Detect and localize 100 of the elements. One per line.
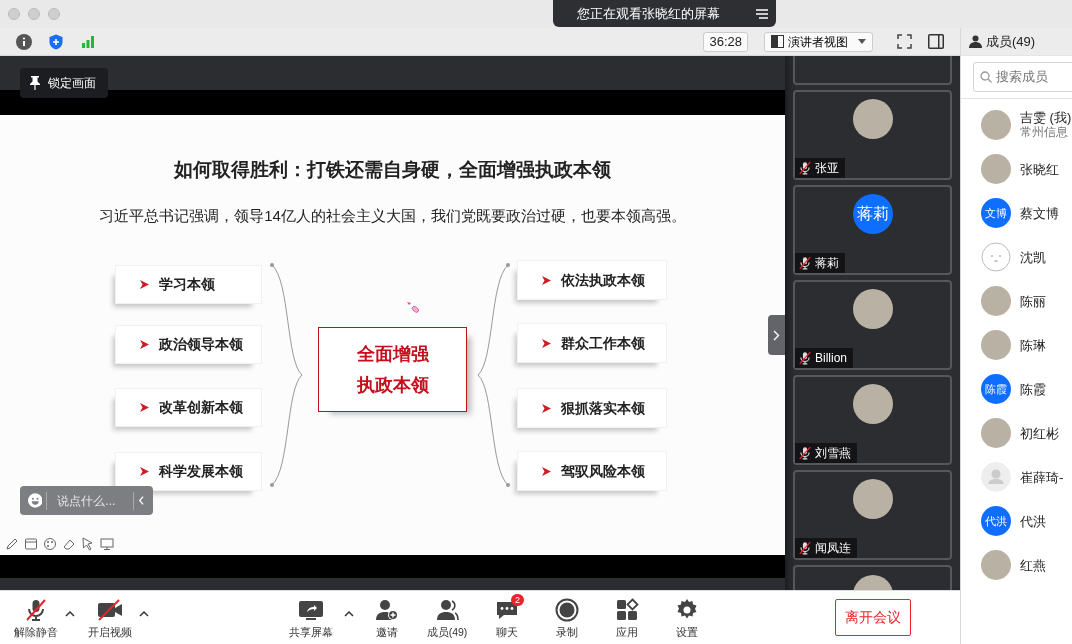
banner-text: 您正在观看张晓红的屏幕: [577, 4, 720, 23]
cursor-icon[interactable]: [81, 537, 95, 551]
bullet-icon: [542, 466, 551, 476]
face-outline-avatar: [981, 242, 1011, 272]
node-label: 依法执政本领: [561, 270, 645, 290]
bullet-icon: [140, 340, 149, 349]
chevron-left-icon[interactable]: [138, 495, 145, 506]
record-icon: [555, 598, 579, 623]
node-label: 科学发展本领: [159, 462, 243, 481]
menu-icon[interactable]: [756, 8, 768, 19]
member-name: 蔡文博: [1020, 205, 1059, 221]
member-name: 初红彬: [1020, 425, 1059, 441]
avatar-photo-placeholder: [981, 330, 1011, 360]
palette-icon[interactable]: [43, 537, 57, 551]
layout-icon: [771, 35, 784, 48]
chat-input-field[interactable]: 说点什么...: [51, 491, 130, 510]
view-dropdown[interactable]: 演讲者视图: [764, 31, 873, 52]
toolbar-button[interactable]: 录制: [539, 594, 595, 641]
node-label: 群众工作本领: [561, 333, 645, 353]
member-name: 代洪: [1020, 513, 1046, 529]
chat-input-bar[interactable]: 说点什么...: [20, 486, 153, 515]
toolbar-button[interactable]: 应用: [599, 594, 655, 641]
person-icon: [969, 35, 982, 48]
participant-name: 刘雪燕: [815, 445, 851, 462]
bullet-icon: [140, 280, 149, 289]
toolbar-button[interactable]: 邀请: [359, 594, 415, 641]
bullet-icon: [542, 338, 551, 348]
slide-subtitle: 习近平总书记强调，领导14亿人的社会主义大国，我们党既要政治过硬，也要本领高强。: [98, 206, 687, 226]
participant-name: Billion: [815, 350, 847, 367]
participant-name: 蒋莉: [815, 255, 839, 272]
default-avatar: [981, 462, 1011, 492]
apps-icon: [615, 598, 639, 623]
member-name: 崔薛琦-: [1020, 469, 1064, 485]
avatar-photo-placeholder: [852, 479, 893, 519]
central-node-label: 全面增强: [356, 342, 429, 366]
lock-screen-button[interactable]: 锁定画面: [20, 68, 108, 98]
member-name: 沈凯: [1020, 249, 1046, 265]
member-organization: 常州信息: [1020, 125, 1069, 140]
member-name: 吉雯 (我): [1020, 110, 1072, 125]
avatar-photo-placeholder: [981, 154, 1011, 184]
member-name: 张晓红: [1020, 161, 1059, 177]
avatar-photo-placeholder: [981, 110, 1011, 140]
caret-up-icon: [139, 609, 149, 617]
person-add-icon: [375, 598, 399, 623]
avatar-photo-placeholder: [852, 289, 893, 329]
info-icon[interactable]: [16, 33, 32, 50]
bullet-icon: [140, 467, 149, 476]
bullet-icon: [542, 403, 551, 413]
shield-icon[interactable]: [48, 33, 64, 50]
node-label: 驾驭风险本领: [561, 461, 645, 481]
panel-title: 成员(49): [986, 32, 1036, 51]
caret-up-icon: [65, 609, 75, 617]
member-name: 陈琳: [1020, 337, 1046, 353]
video-off-icon: [97, 598, 123, 623]
member-name: 陈霞: [1020, 381, 1046, 397]
bullet-icon: [542, 275, 551, 285]
toolbar-button[interactable]: 聊天 2: [479, 594, 535, 641]
avatar-photo-placeholder: [852, 99, 893, 139]
side-panel-icon[interactable]: [928, 34, 944, 49]
caret-icon: [858, 39, 866, 44]
meeting-timer: 36:28: [703, 31, 748, 52]
toolbar-button[interactable]: 解除静音: [8, 594, 64, 641]
avatar-photo-placeholder: [852, 384, 893, 424]
collapse-handle[interactable]: [768, 315, 785, 355]
leave-meeting-button[interactable]: 离开会议: [834, 599, 911, 636]
participant-name: 张亚: [815, 160, 839, 177]
node-label: 狠抓落实本领: [561, 398, 645, 418]
smiley-icon[interactable]: [28, 492, 43, 509]
avatar-photo-placeholder: [981, 418, 1011, 448]
pencil-icon[interactable]: [5, 537, 19, 551]
frame-icon[interactable]: [24, 537, 38, 551]
pin-icon: [30, 76, 40, 90]
toolbar-button[interactable]: 共享屏幕: [283, 594, 339, 641]
bullet-icon: [140, 403, 149, 412]
participant-name: 闻凤连: [815, 540, 851, 557]
toolbar-button[interactable]: 开启视频: [82, 594, 138, 641]
people-icon: [435, 598, 459, 623]
toolbar-button[interactable]: 成员(49): [419, 594, 475, 641]
node-label: 政治领导本领: [159, 335, 243, 354]
member-name: 红燕: [1020, 557, 1046, 573]
toolbar-button[interactable]: 设置: [659, 594, 715, 641]
avatar-initials: 蒋莉: [852, 194, 893, 234]
node-label: 改革创新本领: [159, 398, 243, 417]
pointer-icon: [406, 301, 420, 315]
screen-icon[interactable]: [100, 537, 114, 551]
member-search-field[interactable]: 搜索成员: [973, 62, 1072, 92]
avatar-initials: 文博: [981, 198, 1011, 228]
fullscreen-icon[interactable]: [897, 34, 912, 49]
slide-title: 如何取得胜利：打铁还需自身硬，全面增强执政本领: [173, 158, 612, 182]
notification-count: 2: [511, 594, 524, 607]
avatar-photo-placeholder: [981, 286, 1011, 316]
avatar-initials: 陈霞: [981, 374, 1011, 404]
eraser-icon[interactable]: [62, 537, 76, 551]
member-name: 陈丽: [1020, 293, 1046, 309]
muted-mic-icon: [24, 598, 48, 623]
caret-up-icon: [344, 609, 354, 617]
share-screen-icon: [298, 598, 324, 623]
chevron-right-icon: [773, 329, 780, 341]
node-label: 学习本领: [159, 275, 215, 294]
central-node-label: 执政本领: [356, 373, 429, 397]
